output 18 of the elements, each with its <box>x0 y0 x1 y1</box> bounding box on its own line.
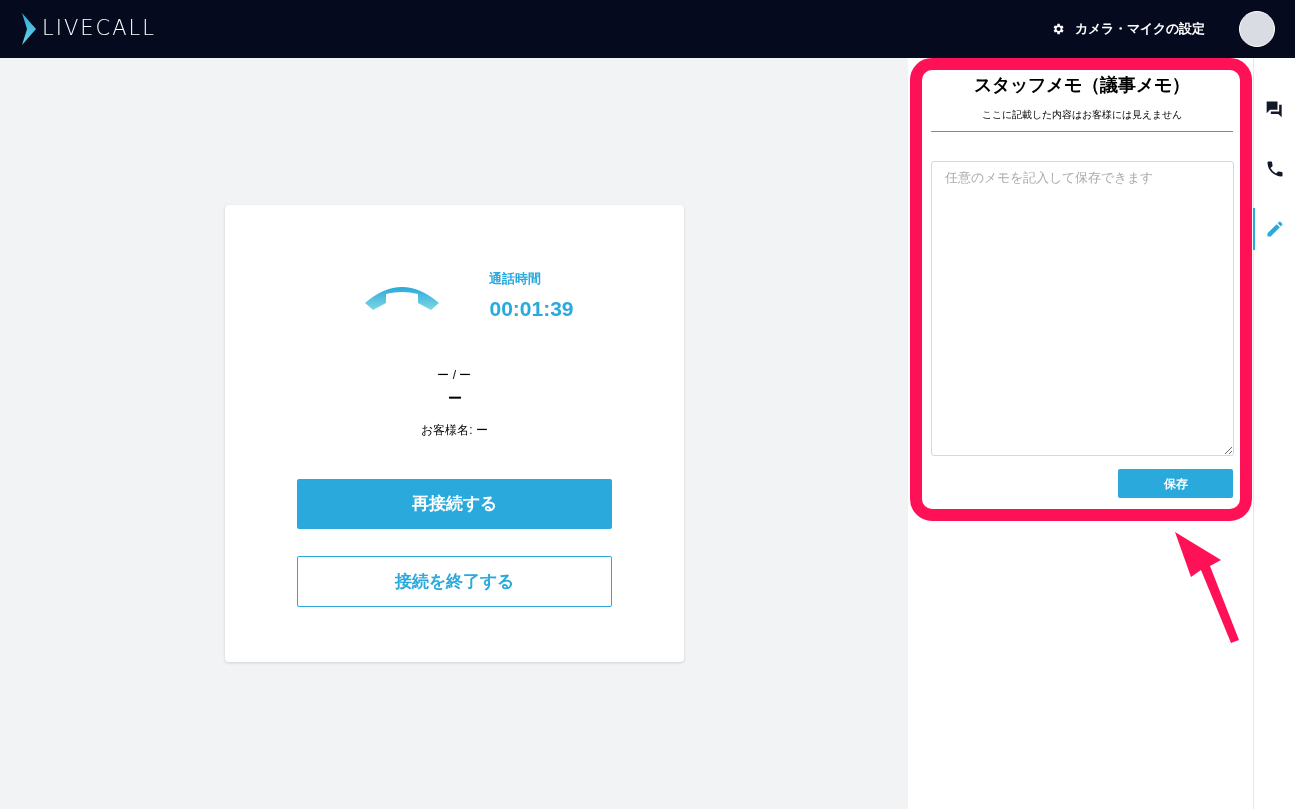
chat-icon <box>1264 99 1285 119</box>
logo-text: LIVECALL <box>42 15 156 43</box>
settings-icon <box>1051 22 1065 36</box>
camera-mic-settings-link[interactable]: カメラ・マイクの設定 <box>1051 19 1205 39</box>
call-duration-label: 通話時間 <box>489 270 543 288</box>
pencil-icon <box>1265 219 1285 239</box>
caller-info: ー / ー <box>437 367 472 384</box>
end-call-button[interactable]: 接続を終了する <box>297 556 612 607</box>
save-button[interactable]: 保存 <box>1118 469 1233 498</box>
caller-number: ー <box>447 389 462 408</box>
call-duration: 00:01:39 <box>489 295 574 322</box>
memo-title: スタッフメモ（議事メモ） <box>974 74 1190 97</box>
customer-name: お客様名: ー <box>421 422 488 439</box>
memo-input-field[interactable]: 任意のメモを記入して保存できます <box>930 161 1234 456</box>
reconnect-button[interactable]: 再接続する <box>297 479 612 529</box>
logo-icon <box>22 13 36 45</box>
memo-note: ここに記載した内容はお客様には見えません <box>982 108 1182 122</box>
user-avatar[interactable] <box>1239 11 1275 47</box>
